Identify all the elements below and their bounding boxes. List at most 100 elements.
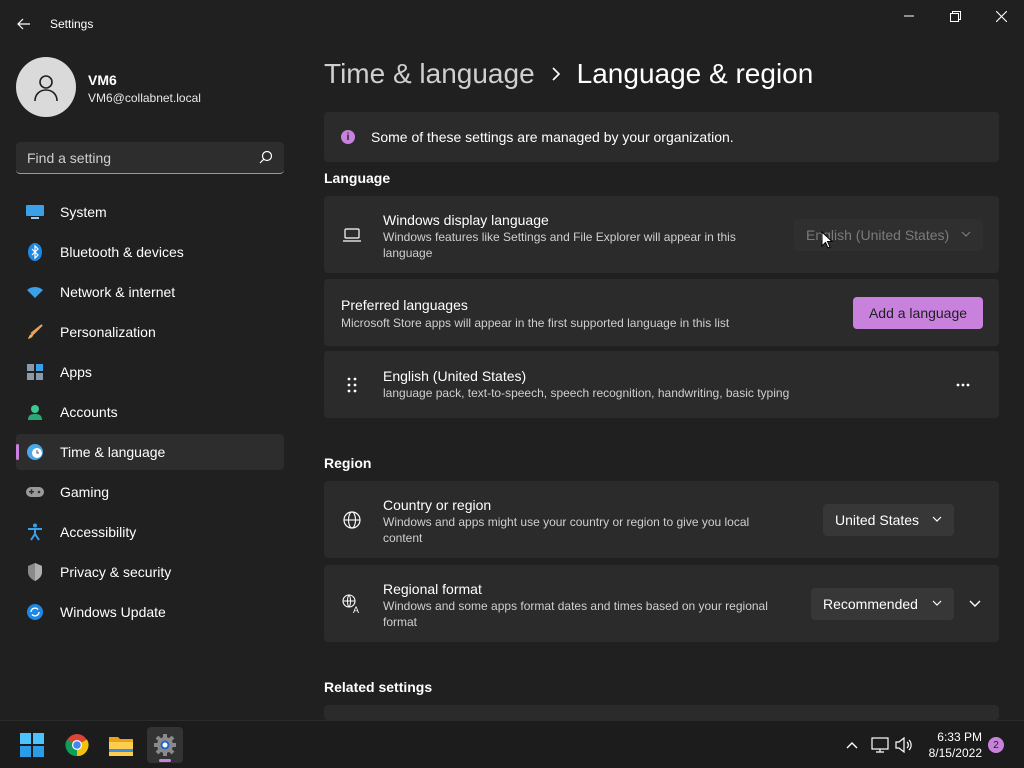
language-list-item[interactable]: English (United States) language pack, t… — [324, 351, 999, 418]
update-icon — [26, 603, 44, 621]
mouse-cursor-icon — [821, 231, 833, 249]
add-language-button[interactable]: Add a language — [853, 297, 983, 329]
person-silhouette-icon — [34, 75, 58, 102]
page-title: Language & region — [576, 58, 814, 89]
apps-icon — [26, 363, 44, 381]
settings-gear-icon — [154, 734, 176, 756]
chevron-down-icon — [969, 600, 981, 607]
settings-taskbar-button[interactable] — [147, 727, 183, 763]
globe-icon — [341, 509, 363, 531]
display-language-title: Windows display language — [383, 212, 549, 228]
country-region-dropdown[interactable]: United States — [823, 504, 954, 536]
regional-format-description: Windows and some apps format dates and t… — [383, 599, 768, 629]
search-input[interactable] — [27, 149, 247, 166]
taskbar: 6:33 PM 8/15/2022 2 — [0, 720, 1024, 768]
sidebar-item-label: Network & internet — [60, 284, 176, 300]
clock-date: 8/15/2022 — [928, 746, 982, 760]
close-icon — [995, 10, 1007, 22]
related-settings-card[interactable] — [324, 705, 999, 720]
notification-badge[interactable]: 2 — [988, 737, 1004, 753]
network-icon — [871, 737, 889, 753]
chevron-up-icon — [846, 742, 858, 749]
app-title: Settings — [50, 17, 94, 31]
info-icon: i — [341, 130, 355, 144]
more-options-button[interactable] — [949, 373, 977, 397]
person-icon — [26, 403, 44, 421]
regional-format-card[interactable]: A Regional format Windows and some apps … — [324, 565, 999, 642]
accessibility-icon — [26, 523, 44, 541]
sidebar-item-personalization[interactable]: Personalization — [16, 314, 284, 350]
breadcrumb-parent[interactable]: Time & language — [324, 58, 535, 90]
search-icon[interactable] — [259, 150, 273, 164]
sidebar-item-label: Apps — [60, 364, 92, 380]
sidebar-item-bluetooth[interactable]: Bluetooth & devices — [16, 234, 284, 270]
clock-globe-icon — [26, 443, 44, 461]
chrome-taskbar-button[interactable] — [59, 727, 95, 763]
sidebar-item-label: Time & language — [60, 444, 166, 460]
file-explorer-taskbar-button[interactable] — [103, 727, 139, 763]
close-button[interactable] — [978, 0, 1024, 32]
language-features: language pack, text-to-speech, speech re… — [383, 386, 790, 400]
clock[interactable]: 6:33 PM 8/15/2022 — [920, 729, 982, 761]
file-explorer-icon — [109, 737, 133, 756]
show-hidden-icons-button[interactable] — [841, 734, 863, 756]
monitor-icon — [26, 203, 44, 221]
sidebar-item-apps[interactable]: Apps — [16, 354, 284, 390]
sidebar-item-label: Accounts — [60, 404, 118, 420]
breadcrumb: Time & language Language & region — [324, 58, 813, 90]
section-title-region: Region — [324, 455, 372, 471]
sidebar-item-label: Windows Update — [60, 604, 166, 620]
notice-text: Some of these settings are managed by yo… — [371, 129, 734, 145]
display-language-card: Windows display language Windows feature… — [324, 196, 999, 273]
regional-format-icon: A — [341, 593, 363, 615]
volume-tray-button[interactable] — [893, 734, 915, 756]
clock-time: 6:33 PM — [937, 730, 982, 744]
chrome-icon — [65, 734, 89, 757]
sidebar-item-windows-update[interactable]: Windows Update — [16, 594, 284, 630]
minimize-button[interactable] — [886, 0, 932, 32]
sidebar-item-privacy[interactable]: Privacy & security — [16, 554, 284, 590]
laptop-icon — [341, 224, 363, 246]
user-email: VM6@collabnet.local — [88, 91, 201, 105]
drag-handle-icon[interactable] — [341, 374, 363, 396]
sidebar-item-network[interactable]: Network & internet — [16, 274, 284, 310]
shield-icon — [26, 563, 44, 581]
managed-notice: i Some of these settings are managed by … — [324, 112, 999, 162]
back-button[interactable] — [10, 12, 38, 36]
volume-icon — [895, 737, 912, 753]
search-box[interactable] — [16, 142, 284, 174]
regional-format-dropdown[interactable]: Recommended — [811, 588, 954, 620]
restore-button[interactable] — [932, 0, 978, 32]
sidebar-item-label: System — [60, 204, 107, 220]
country-region-value: United States — [835, 512, 920, 528]
sidebar-nav: System Bluetooth & devices Network & int… — [16, 194, 284, 634]
chevron-down-icon — [932, 600, 942, 606]
language-name: English (United States) — [383, 368, 527, 384]
avatar[interactable] — [16, 57, 76, 117]
restore-icon — [949, 10, 961, 22]
more-icon — [956, 383, 970, 387]
sidebar-item-time-language[interactable]: Time & language — [16, 434, 284, 470]
sidebar-item-label: Accessibility — [60, 524, 137, 540]
country-region-card: Country or region Windows and apps might… — [324, 481, 999, 558]
expand-button[interactable] — [962, 591, 988, 617]
gamepad-icon — [26, 483, 44, 501]
network-tray-button[interactable] — [869, 734, 891, 756]
sidebar-item-label: Bluetooth & devices — [60, 244, 184, 260]
sidebar-item-accessibility[interactable]: Accessibility — [16, 514, 284, 550]
chevron-down-icon — [932, 516, 942, 522]
back-arrow-icon — [17, 18, 30, 30]
start-button[interactable] — [14, 727, 50, 763]
sidebar-item-gaming[interactable]: Gaming — [16, 474, 284, 510]
country-region-description: Windows and apps might use your country … — [383, 515, 750, 545]
sidebar-item-system[interactable]: System — [16, 194, 284, 230]
regional-format-title: Regional format — [383, 581, 482, 597]
section-title-related: Related settings — [324, 679, 433, 695]
sidebar-item-accounts[interactable]: Accounts — [16, 394, 284, 430]
title-bar: Settings — [0, 0, 1024, 48]
country-region-title: Country or region — [383, 497, 492, 513]
svg-text:A: A — [353, 605, 359, 614]
preferred-languages-title: Preferred languages — [341, 297, 468, 313]
regional-format-value: Recommended — [823, 596, 918, 612]
chevron-right-icon — [551, 67, 561, 81]
